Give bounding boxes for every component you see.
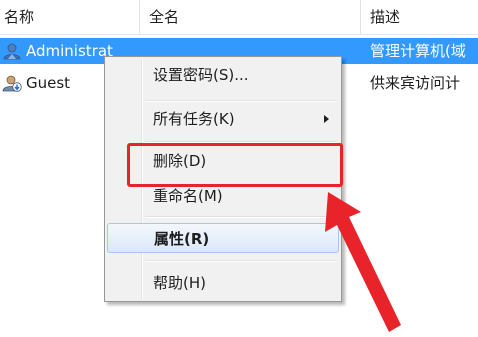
column-divider[interactable] bbox=[360, 0, 361, 34]
menu-separator bbox=[145, 100, 337, 102]
list-header: 名称 全名 描述 bbox=[0, 0, 478, 35]
menu-item-label: 帮助(H) bbox=[153, 274, 206, 292]
submenu-arrow-icon bbox=[324, 115, 329, 123]
column-header-full-name[interactable]: 全名 bbox=[149, 0, 179, 34]
user-list-window: 名称 全名 描述 Administrat 管理计算机(域 Guest 供来宾访问… bbox=[0, 0, 478, 337]
menu-item-all-tasks[interactable]: 所有任务(K) bbox=[107, 104, 339, 134]
guest-user-icon bbox=[2, 75, 22, 92]
column-divider[interactable] bbox=[139, 0, 140, 34]
menu-item-properties[interactable]: 属性(R) bbox=[107, 223, 339, 253]
menu-item-label: 设置密码(S)... bbox=[153, 66, 249, 84]
admin-user-icon bbox=[3, 43, 21, 60]
column-header-description[interactable]: 描述 bbox=[370, 0, 400, 34]
menu-separator bbox=[145, 260, 337, 262]
user-description: 管理计算机(域 bbox=[370, 42, 466, 60]
menu-item-set-password[interactable]: 设置密码(S)... bbox=[107, 60, 339, 90]
menu-item-help[interactable]: 帮助(H) bbox=[107, 268, 339, 298]
menu-separator bbox=[145, 216, 337, 218]
user-description: 供来宾访问计 bbox=[370, 74, 461, 92]
menu-item-label: 属性(R) bbox=[154, 230, 210, 248]
menu-item-label: 所有任务(K) bbox=[153, 110, 235, 128]
annotation-highlight-box bbox=[127, 143, 343, 187]
column-header-name[interactable]: 名称 bbox=[4, 0, 34, 34]
